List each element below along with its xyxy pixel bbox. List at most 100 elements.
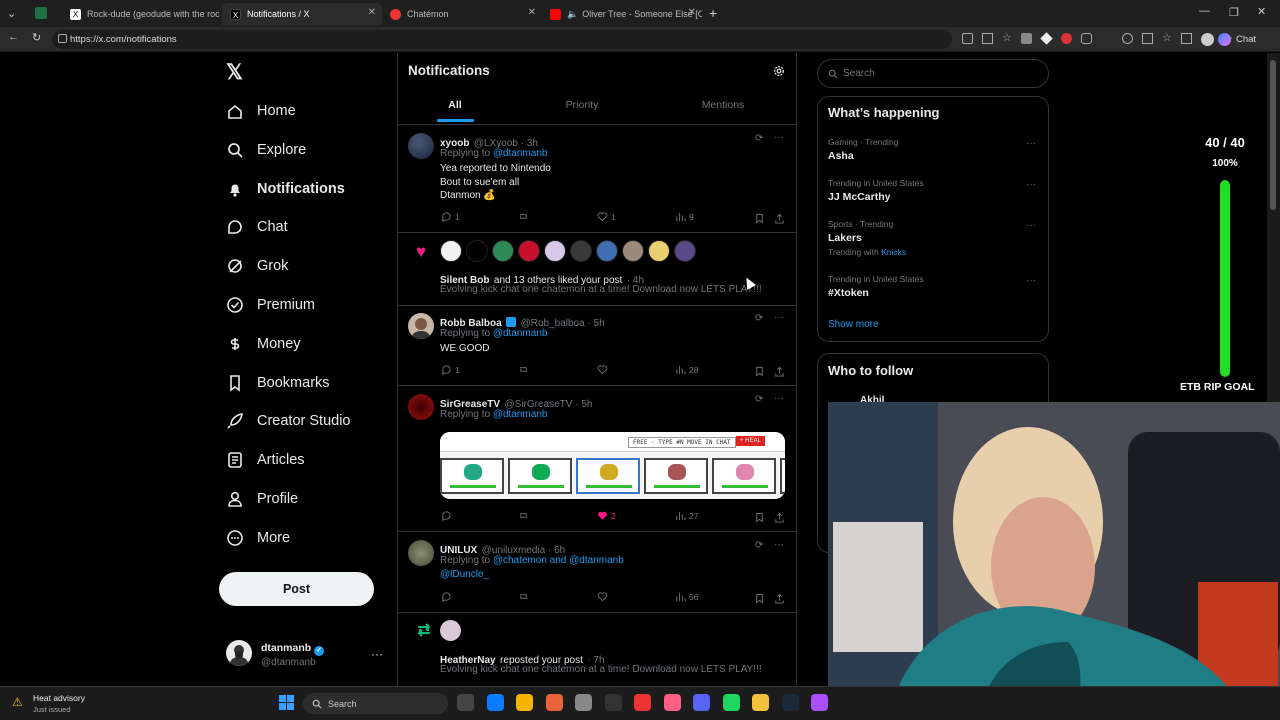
repost-button[interactable]: [518, 591, 532, 602]
tweet-more-icon[interactable]: ···: [774, 312, 784, 323]
bookmark-icon[interactable]: [754, 364, 765, 382]
close-tab-icon[interactable]: ✕: [688, 7, 696, 18]
trend-more-icon[interactable]: ···: [1026, 275, 1036, 286]
views-button[interactable]: 56: [675, 591, 698, 602]
reader-icon[interactable]: [982, 33, 993, 44]
close-tab-icon[interactable]: ✕: [368, 7, 376, 18]
nav-item-creator-studio[interactable]: Creator Studio: [226, 406, 351, 436]
views-button[interactable]: 27: [675, 510, 698, 521]
puzzle-icon[interactable]: [1080, 33, 1092, 44]
grid-icon[interactable]: [962, 33, 973, 44]
nav-item-bookmarks[interactable]: Bookmarks: [226, 368, 330, 398]
grok-icon[interactable]: ⟳: [755, 313, 763, 324]
taskbar-app-icon[interactable]: [575, 694, 592, 711]
grok-icon[interactable]: ⟳: [755, 540, 763, 551]
nav-item-explore[interactable]: Explore: [226, 135, 306, 165]
liker-avatar[interactable]: [492, 240, 514, 262]
grok-icon[interactable]: ⟳: [755, 394, 763, 405]
url-bar[interactable]: https://x.com/notifications: [52, 30, 952, 49]
refresh-icon[interactable]: ↻: [32, 31, 41, 44]
search-input[interactable]: Search: [817, 59, 1049, 88]
like-button[interactable]: [597, 364, 611, 375]
tab-priority[interactable]: Priority: [517, 99, 647, 111]
trend-more-icon[interactable]: ···: [1026, 220, 1036, 231]
tab-mentions[interactable]: Mentions: [658, 99, 788, 111]
share-icon[interactable]: [774, 591, 785, 609]
extension-icon[interactable]: [1020, 33, 1032, 44]
weather-title[interactable]: Heat advisory: [33, 693, 85, 703]
nav-item-premium[interactable]: Premium: [226, 290, 315, 320]
taskbar-app-icon[interactable]: [634, 694, 651, 711]
grok-icon[interactable]: ⟳: [755, 133, 763, 144]
mention-link[interactable]: @dtanmanb: [493, 148, 548, 159]
views-button[interactable]: 9: [675, 211, 694, 222]
liker-avatar[interactable]: [466, 240, 488, 262]
account-avatar[interactable]: [226, 640, 252, 666]
pokeball-extension-icon[interactable]: [1060, 33, 1072, 44]
sheets-tab-icon[interactable]: [35, 7, 47, 19]
post-button[interactable]: Post: [219, 572, 374, 606]
tab-all[interactable]: All: [390, 99, 520, 111]
windows-start-icon[interactable]: [279, 695, 294, 710]
reply-button[interactable]: 1: [441, 364, 460, 375]
x-logo-icon[interactable]: 𝕏: [226, 60, 243, 85]
liked-post-preview[interactable]: Evolving kick chat one chatemon at a tim…: [440, 284, 762, 295]
mention-link[interactable]: @chatemon and @dtanmanb: [493, 555, 624, 566]
liker-avatar[interactable]: [440, 240, 462, 262]
nav-item-home[interactable]: Home: [226, 96, 296, 126]
tab-list-chevron-icon[interactable]: ⌄: [7, 7, 16, 20]
nav-item-money[interactable]: Money: [226, 329, 301, 359]
mention-link[interactable]: @dtanmanb: [493, 328, 548, 339]
tab-notifications[interactable]: X Notifications / X ✕: [222, 3, 382, 25]
copilot-chat-button[interactable]: Chat: [1218, 33, 1256, 46]
taskbar-app-icon[interactable]: [781, 694, 799, 711]
tab-youtube[interactable]: 🔈 Oliver Tree - Someone Else [O ✕: [542, 3, 702, 25]
liker-avatar[interactable]: [622, 240, 644, 262]
taskbar-app-icon[interactable]: [486, 694, 504, 711]
bookmark-icon[interactable]: [754, 510, 765, 528]
account-more-icon[interactable]: ···: [371, 647, 383, 661]
avatar[interactable]: [408, 394, 434, 420]
reposted-post-preview[interactable]: Evolving kick chat one chatemon at a tim…: [440, 664, 762, 675]
taskbar-app-icon[interactable]: [722, 694, 740, 711]
taskbar-app-icon[interactable]: [663, 694, 681, 711]
taskbar-app-icon[interactable]: [545, 694, 563, 711]
like-button[interactable]: 1: [597, 211, 616, 222]
close-window-icon[interactable]: ✕: [1257, 5, 1266, 18]
trend-title[interactable]: Asha: [828, 150, 854, 162]
taskbar-app-icon[interactable]: [516, 694, 533, 711]
trend-more-icon[interactable]: ···: [1026, 179, 1036, 190]
settings-gear-icon[interactable]: [772, 64, 786, 78]
liker-avatar[interactable]: [674, 240, 696, 262]
taskbar-app-icon[interactable]: [604, 694, 622, 711]
tweet-more-icon[interactable]: ···: [774, 539, 784, 550]
liker-avatar[interactable]: [570, 240, 592, 262]
collections-icon[interactable]: [1180, 33, 1192, 44]
views-button[interactable]: 28: [675, 364, 698, 375]
bookmark-icon[interactable]: [754, 591, 765, 609]
nav-item-notifications[interactable]: Notifications: [226, 174, 345, 204]
bookmark-icon[interactable]: [754, 211, 765, 229]
split-screen-icon[interactable]: [1142, 33, 1153, 44]
share-icon[interactable]: [774, 364, 785, 382]
speaker-icon[interactable]: 🔈: [567, 9, 578, 20]
like-button[interactable]: [597, 591, 611, 602]
mention-link[interactable]: @dtanmanb: [493, 409, 548, 420]
nav-item-more[interactable]: More: [226, 523, 290, 553]
taskbar-app-icon[interactable]: [457, 694, 474, 711]
like-button[interactable]: 2: [597, 510, 616, 521]
favorite-star-icon[interactable]: ☆: [1002, 33, 1012, 44]
trend-more-icon[interactable]: ···: [1026, 138, 1036, 149]
repost-button[interactable]: [518, 510, 532, 521]
tweet-more-icon[interactable]: ···: [774, 132, 784, 143]
liker-avatar[interactable]: [518, 240, 540, 262]
trend-title[interactable]: Lakers: [828, 232, 862, 244]
taskbar-app-icon[interactable]: [693, 694, 710, 711]
reply-button[interactable]: 1: [441, 211, 460, 222]
liker-avatar[interactable]: [544, 240, 566, 262]
nav-item-articles[interactable]: Articles: [226, 445, 305, 475]
new-tab-plus-icon[interactable]: +: [709, 5, 717, 21]
tab-rock-dude[interactable]: X Rock-dude (geodude with the roc: [62, 3, 222, 25]
nav-item-chat[interactable]: Chat: [226, 212, 288, 242]
tweet-more-icon[interactable]: ···: [774, 393, 784, 404]
